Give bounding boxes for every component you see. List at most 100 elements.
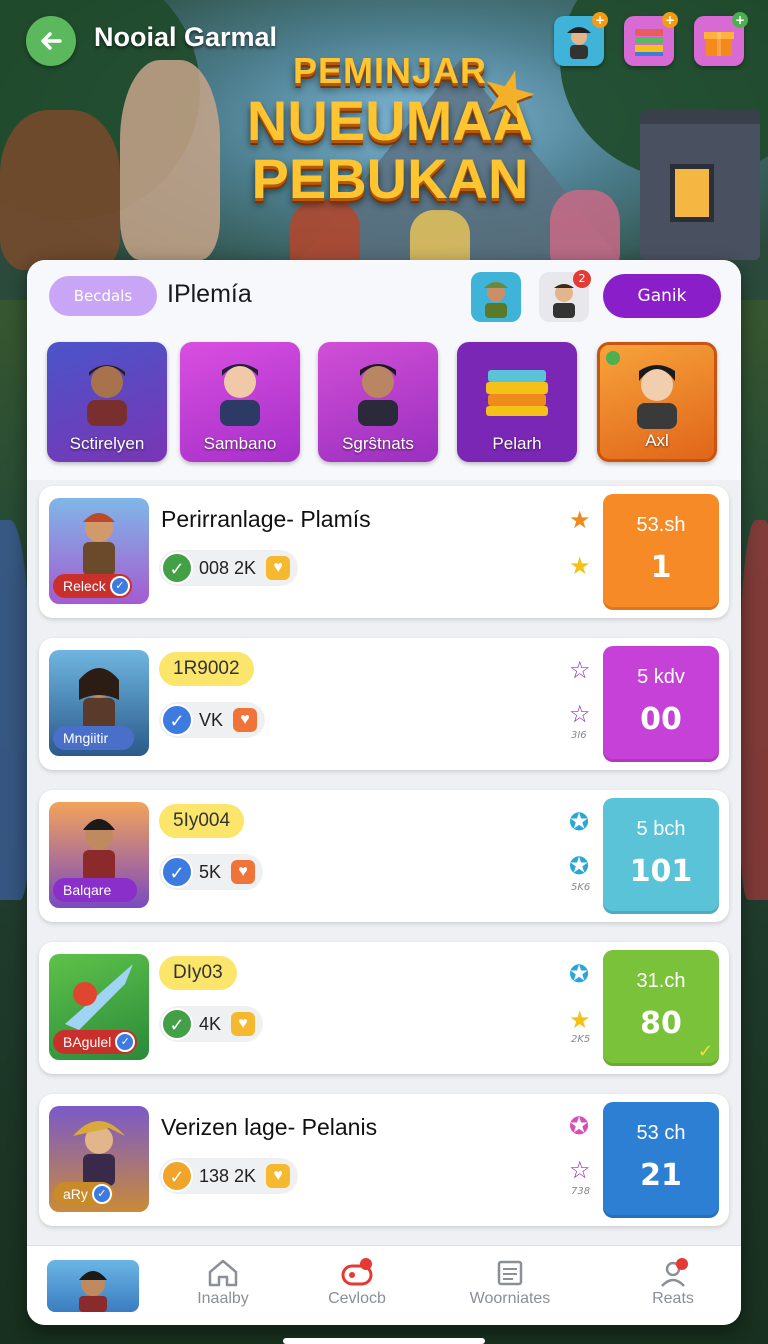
- check-icon: ✓: [161, 704, 193, 736]
- game-thumbnail: Balqare: [49, 802, 149, 908]
- notification-badge: 2: [573, 270, 591, 288]
- verified-icon: ✓: [115, 1032, 136, 1052]
- app-title: Nooial Garmal: [94, 22, 278, 52]
- star-icon: ✪: [569, 1112, 590, 1140]
- score-value: 80: [640, 1006, 682, 1041]
- hero-figure: [0, 110, 120, 270]
- arrow-left-icon: [41, 32, 62, 50]
- nav-item-home[interactable]: Inaalby: [163, 1252, 283, 1322]
- star-icon: ☆: [569, 1156, 591, 1184]
- score-card[interactable]: 5 kdv 00: [603, 646, 719, 762]
- star-icon: ★: [569, 506, 591, 534]
- online-dot-icon: [606, 351, 620, 365]
- score-card[interactable]: 53 ch 21: [603, 1102, 719, 1218]
- heart-icon: ♥: [233, 708, 258, 732]
- coin-icon: ♥: [266, 1164, 291, 1188]
- hero-figure: [0, 520, 30, 900]
- category-card[interactable]: Pelarh: [457, 342, 577, 462]
- bottom-nav: Inaalby Cevlocb Woorniates Reats: [27, 1245, 741, 1325]
- back-button[interactable]: [26, 16, 76, 66]
- home-indicator[interactable]: [283, 1338, 485, 1344]
- row-title: Perirranlage- Plamís: [161, 506, 371, 532]
- thumbnail-tag: aRy ✓: [53, 1182, 114, 1206]
- verified-icon: ✓: [91, 1184, 112, 1204]
- star-icon: ✪: [569, 852, 590, 880]
- logo-line-3: PEBUKAN: [251, 147, 529, 210]
- check-icon: ✓: [161, 856, 193, 888]
- hero-figure: [120, 60, 220, 260]
- list-item[interactable]: Releck ✓ Perirranlage- Plamís ✓ 008 2K ♥ …: [39, 486, 729, 618]
- hero-figure: [740, 520, 768, 900]
- row-title: Verizen lage- Pelanis: [161, 1114, 378, 1140]
- score-value: 1: [650, 550, 672, 585]
- stat-pill: ✓ 4K ♥: [159, 1006, 264, 1042]
- list-item[interactable]: Balqare 5Iy004 ✓ 5K ♥ ✪ ✪ 5K6 5 bch 101: [39, 790, 729, 922]
- tiny-label: 3I6: [571, 730, 587, 741]
- code-pill: DIy03: [159, 956, 237, 990]
- category-label: Sambano: [203, 434, 277, 453]
- stack-of-books-icon[interactable]: +: [624, 12, 678, 66]
- tower-building: [640, 110, 760, 260]
- star-icon: ✪: [569, 960, 590, 988]
- category-label: Sgrŝtnats: [342, 434, 414, 453]
- category-card[interactable]: Sgrŝtnats: [318, 342, 438, 462]
- star-icon: ★: [569, 1006, 591, 1034]
- stat-pill: ✓ 008 2K ♥: [159, 550, 299, 586]
- filter-pill[interactable]: Becdals: [49, 276, 157, 316]
- gift-box-icon[interactable]: +: [694, 12, 748, 66]
- nav-label: Woorniates: [469, 1290, 551, 1307]
- nav-label: Reats: [652, 1290, 694, 1307]
- stat-pill: ✓ 138 2K ♥: [159, 1158, 299, 1194]
- coin-icon: ♥: [231, 1012, 256, 1036]
- score-card[interactable]: 53.sh 1: [603, 494, 719, 610]
- category-label: Sctirelyen: [69, 434, 145, 453]
- nav-item-profile[interactable]: Reats: [613, 1252, 733, 1322]
- checkmark-icon: ✓: [697, 1041, 713, 1062]
- newspaper-icon: [497, 1260, 523, 1286]
- score-label: 53.sh: [636, 514, 686, 536]
- stat-pill: ✓ 5K ♥: [159, 854, 264, 890]
- player-avatar[interactable]: [471, 272, 521, 322]
- pirate-avatar-icon[interactable]: +: [554, 12, 608, 66]
- panel-title: IPlemía: [167, 280, 252, 308]
- friend-avatar[interactable]: 2: [539, 270, 591, 322]
- star-icon: ★: [569, 552, 591, 580]
- game-thumbnail: BAgulel ✓: [49, 954, 149, 1060]
- user-icon: [661, 1258, 688, 1287]
- game-thumbnail: Mngiitir: [49, 650, 149, 756]
- score-card[interactable]: 5 bch 101: [603, 798, 719, 914]
- category-label: Pelarh: [492, 434, 542, 453]
- main-panel: Becdals IPlemía 2 Ganik Sctirelyen Samba…: [27, 260, 741, 1325]
- tiny-label: 738: [571, 1186, 591, 1197]
- category-card[interactable]: Sctirelyen: [47, 342, 167, 462]
- thumbnail-tag: BAgulel ✓: [53, 1030, 138, 1054]
- thumbnail-tag: Balqare: [53, 878, 138, 902]
- nav-item-games[interactable]: Cevlocb: [297, 1252, 417, 1322]
- nav-item-news[interactable]: Woorniates: [450, 1252, 570, 1322]
- tiny-label: 5K6: [571, 882, 591, 893]
- score-card[interactable]: 31.ch 80 ✓: [603, 950, 719, 1066]
- star-icon: ☆: [569, 700, 591, 728]
- list-item[interactable]: Mngiitir 1R9002 ✓ VK ♥ ☆ ☆ 3I6 5 kdv 00: [39, 638, 729, 770]
- score-value: 00: [640, 702, 682, 737]
- gamepad-icon: [341, 1258, 373, 1286]
- heart-icon: ♥: [231, 860, 256, 884]
- score-value: 21: [640, 1158, 682, 1193]
- verified-icon: ✓: [109, 576, 130, 596]
- check-icon: ✓: [161, 1160, 193, 1192]
- check-icon: ✓: [161, 1008, 193, 1040]
- category-card[interactable]: Axl: [597, 342, 717, 462]
- check-icon: ✓: [161, 552, 193, 584]
- list-item[interactable]: aRy ✓ Verizen lage- Pelanis ✓ 138 2K ♥ ✪ …: [39, 1094, 729, 1226]
- code-pill: 5Iy004: [159, 804, 245, 838]
- ganik-button[interactable]: Ganik: [603, 274, 721, 318]
- profile-avatar-icon[interactable]: [47, 1260, 139, 1312]
- score-label: 53 ch: [636, 1122, 686, 1144]
- nav-label: Inaalby: [197, 1290, 249, 1307]
- hero-figure: [550, 190, 620, 270]
- list-item[interactable]: BAgulel ✓ DIy03 ✓ 4K ♥ ✪ ★ 2K5 31.ch 80 ✓: [39, 942, 729, 1074]
- category-card[interactable]: Sambano: [180, 342, 300, 462]
- code-pill: 1R9002: [159, 652, 254, 686]
- nav-label: Cevlocb: [328, 1290, 386, 1307]
- coin-icon: ♥: [266, 556, 291, 580]
